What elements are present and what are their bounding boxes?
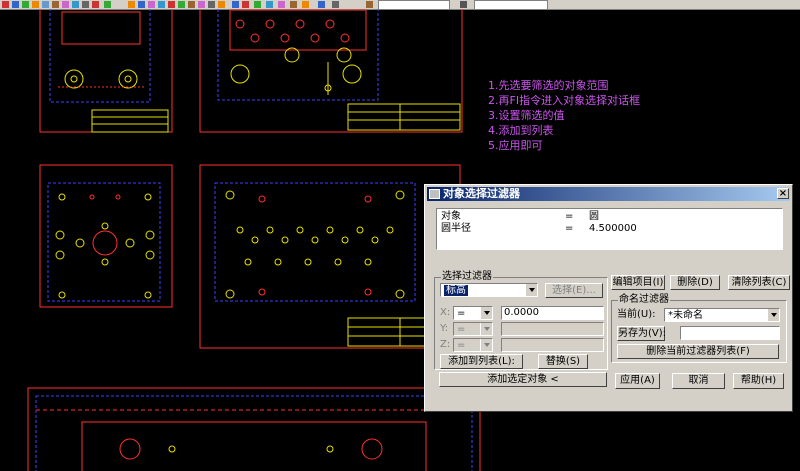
cancel-button[interactable]: 取消 <box>672 373 725 389</box>
x-value-input[interactable]: 0.0000 <box>501 306 604 320</box>
tool-icon[interactable] <box>148 1 155 8</box>
z-operator-dropdown[interactable]: = <box>453 338 493 352</box>
drawing-sheet-bottom <box>27 387 481 471</box>
instruction-list: 1.先选要筛选的对象范围 2.再FI指令进入对象选择对话框 3.设置筛选的值 4… <box>488 78 640 153</box>
chevron-down-icon[interactable] <box>525 284 537 296</box>
tool-icon[interactable] <box>12 1 19 8</box>
select-filter-group: 选择过滤器 标高 选择(E)... X: = 0.0000 Y: = Z: = … <box>434 271 608 370</box>
tool-icon[interactable] <box>72 1 79 8</box>
tool-icon[interactable] <box>242 1 249 8</box>
tool-icon[interactable] <box>188 1 195 8</box>
tool-icon[interactable] <box>278 1 285 8</box>
instruction-line: 3.设置筛选的值 <box>488 109 565 122</box>
tool-icon[interactable] <box>158 1 165 8</box>
z-operator-value: = <box>457 340 466 351</box>
tool-icon[interactable] <box>290 1 297 8</box>
filter-value: 4.500000 <box>589 223 637 234</box>
group-label: 选择过滤器 <box>441 271 493 283</box>
tool-icon[interactable] <box>32 1 39 8</box>
tool-icon[interactable] <box>254 1 261 8</box>
y-operator-dropdown[interactable]: = <box>453 322 493 336</box>
group-label: 命名过滤器 <box>618 294 670 306</box>
chevron-down-icon[interactable] <box>480 307 492 319</box>
x-operator-dropdown[interactable]: = <box>453 306 493 320</box>
apply-button[interactable]: 应用(A) <box>615 373 660 389</box>
z-value-input[interactable] <box>501 338 604 352</box>
filter-value: 圆 <box>589 211 599 222</box>
chevron-down-icon[interactable] <box>767 309 779 321</box>
tool-icon[interactable] <box>178 1 185 8</box>
filter-type-dropdown[interactable]: 标高 <box>440 283 538 297</box>
tool-icon[interactable] <box>318 1 325 8</box>
tool-icon[interactable] <box>218 1 225 8</box>
tool-icon[interactable] <box>52 1 59 8</box>
tool-icon[interactable] <box>2 1 9 8</box>
filter-type-value: 标高 <box>444 285 468 296</box>
filter-operator: = <box>565 211 574 222</box>
tool-icon[interactable] <box>198 1 205 8</box>
tool-icon[interactable] <box>208 1 215 8</box>
select-button[interactable]: 选择(E)... <box>545 283 603 298</box>
chevron-down-icon[interactable] <box>480 339 492 351</box>
app-icon <box>429 189 440 199</box>
current-filter-value: *未命名 <box>668 310 703 321</box>
drawing-sheet-middle-left <box>39 164 173 308</box>
drawing-sheet-top-left <box>39 9 173 133</box>
dialog-title: 对象选择过滤器 <box>443 187 520 200</box>
instruction-line: 1.先选要筛选的对象范围 <box>488 79 609 92</box>
tool-icon[interactable] <box>266 1 273 8</box>
tool-icon[interactable] <box>82 1 89 8</box>
drawing-sheet-top-middle <box>199 9 463 133</box>
clear-list-button[interactable]: 清除列表(C) <box>728 275 790 290</box>
close-button[interactable]: × <box>777 188 789 199</box>
filter-property: 对象 <box>441 211 461 222</box>
tool-icon[interactable] <box>302 1 309 8</box>
tool-icon[interactable] <box>22 1 29 8</box>
dialog-title-bar[interactable]: 对象选择过滤器 × <box>427 187 790 201</box>
tool-icon[interactable] <box>62 1 69 8</box>
substitute-button[interactable]: 替换(S) <box>538 354 588 369</box>
tool-icon[interactable] <box>138 1 145 8</box>
x-label: X: <box>440 307 451 318</box>
instruction-line: 4.添加到列表 <box>488 124 554 137</box>
tool-icon[interactable] <box>128 1 135 8</box>
delete-current-filter-list-button[interactable]: 删除当前过滤器列表(F) <box>617 344 779 359</box>
named-filters-group: 命名过滤器 当前(U): *未命名 另存为(V): 删除当前过滤器列表(F) <box>611 294 787 363</box>
drawing-sheet-middle <box>199 164 461 349</box>
tool-icon[interactable] <box>232 1 239 8</box>
filter-property: 圆半径 <box>441 223 471 234</box>
x-operator-value: = <box>457 308 466 319</box>
tool-icon[interactable] <box>104 1 111 8</box>
y-label: Y: <box>440 323 449 334</box>
tool-icon[interactable] <box>366 1 373 8</box>
tool-icon[interactable] <box>168 1 175 8</box>
tool-icon[interactable] <box>332 1 339 8</box>
current-label: 当前(U): <box>617 309 656 320</box>
filter-operator: = <box>565 223 574 234</box>
filter-list[interactable]: 对象 = 圆 圆半径 = 4.500000 <box>436 208 783 250</box>
y-value-input[interactable] <box>501 322 604 336</box>
chevron-down-icon[interactable] <box>480 323 492 335</box>
current-filter-dropdown[interactable]: *未命名 <box>664 308 780 322</box>
instruction-line: 5.应用即可 <box>488 139 543 152</box>
save-as-input[interactable] <box>680 326 780 340</box>
delete-button[interactable]: 删除(D) <box>670 275 720 290</box>
z-label: Z: <box>440 339 451 350</box>
add-to-list-button[interactable]: 添加到列表(L): <box>440 354 523 369</box>
object-selection-filter-dialog: 对象选择过滤器 × 对象 = 圆 圆半径 = 4.500000 选择过滤器 标高… <box>424 184 793 412</box>
instruction-line: 2.再FI指令进入对象选择对话框 <box>488 94 641 107</box>
y-operator-value: = <box>457 324 466 335</box>
tool-icon[interactable] <box>460 1 467 8</box>
tool-icon[interactable] <box>92 1 99 8</box>
save-as-button[interactable]: 另存为(V): <box>617 326 666 341</box>
add-selected-object-button[interactable]: 添加选定对象 < <box>439 372 607 387</box>
edit-item-button[interactable]: 编辑项目(I) <box>611 275 665 290</box>
tool-icon[interactable] <box>42 1 49 8</box>
help-button[interactable]: 帮助(H) <box>733 373 784 389</box>
